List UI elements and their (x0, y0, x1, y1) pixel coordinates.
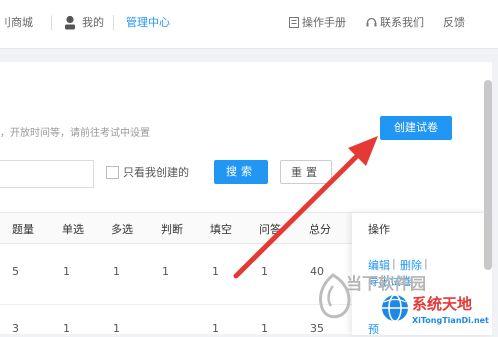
watermark-brand-text: 系统天地 (412, 295, 473, 313)
globe-logo-icon (382, 294, 408, 322)
watermark-url-text: XiTongTianDi.net (412, 316, 489, 325)
watermark-site-text: 当下软件园 (346, 274, 427, 293)
